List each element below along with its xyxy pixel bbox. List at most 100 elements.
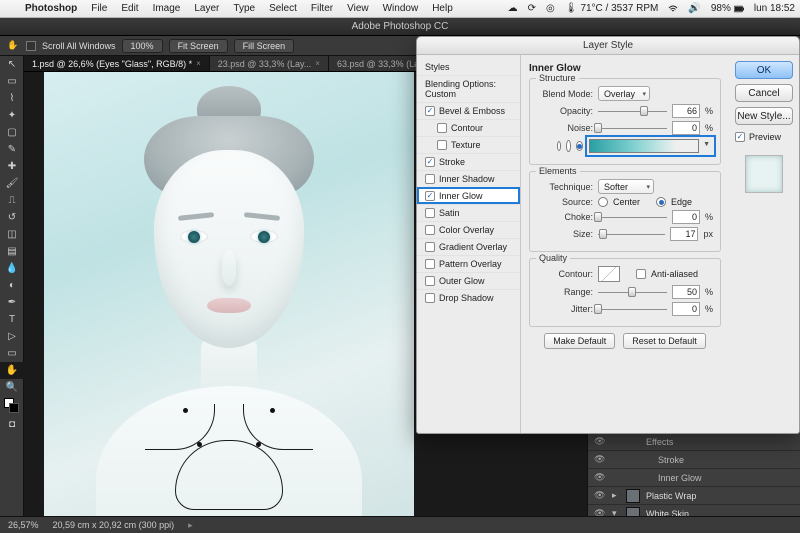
status-volume-icon[interactable]: 🔊: [683, 3, 705, 14]
shape-tool-icon[interactable]: ▭: [0, 345, 24, 362]
opacity-slider[interactable]: [598, 105, 667, 117]
pen-tool-icon[interactable]: ✒: [0, 294, 24, 311]
history-brush-tool-icon[interactable]: ↺: [0, 209, 24, 226]
menu-view[interactable]: View: [340, 3, 376, 14]
source-edge-radio[interactable]: [656, 197, 666, 207]
cancel-button[interactable]: Cancel: [735, 84, 793, 102]
path-tool-icon[interactable]: ▷: [0, 328, 24, 345]
current-tool-hand-icon[interactable]: ✋: [6, 39, 20, 53]
style-row-drop-shadow[interactable]: Drop Shadow: [417, 289, 520, 306]
chevron-right-icon[interactable]: ▸: [612, 490, 620, 501]
color-swatches[interactable]: [0, 396, 23, 416]
menu-filter[interactable]: Filter: [304, 3, 340, 14]
style-row-inner-glow[interactable]: Inner Glow: [417, 187, 520, 204]
layer-effects-row[interactable]: 👁 Effects: [588, 433, 800, 451]
menu-help[interactable]: Help: [425, 3, 460, 14]
range-slider[interactable]: [598, 286, 667, 298]
blend-mode-select[interactable]: Overlay: [598, 86, 650, 101]
style-row-stroke[interactable]: Stroke: [417, 153, 520, 170]
checkbox[interactable]: [425, 174, 435, 184]
layer-row[interactable]: 👁 ▾ White Skin: [588, 505, 800, 516]
menu-select[interactable]: Select: [262, 3, 304, 14]
style-row-color-overlay[interactable]: Color Overlay: [417, 221, 520, 238]
healing-tool-icon[interactable]: ✚: [0, 158, 24, 175]
fit-screen-button[interactable]: Fit Screen: [169, 39, 228, 53]
source-center-radio[interactable]: [598, 197, 608, 207]
new-style-button[interactable]: New Style...: [735, 107, 793, 125]
ok-button[interactable]: OK: [735, 61, 793, 79]
glow-gradient-picker[interactable]: [588, 138, 713, 154]
size-slider[interactable]: [598, 228, 665, 240]
style-row-satin[interactable]: Satin: [417, 204, 520, 221]
type-tool-icon[interactable]: T: [0, 311, 24, 328]
style-row-pattern-overlay[interactable]: Pattern Overlay: [417, 255, 520, 272]
checkbox[interactable]: [425, 157, 435, 167]
preview-checkbox[interactable]: [735, 132, 745, 142]
scroll-all-checkbox[interactable]: [26, 41, 36, 51]
checkbox[interactable]: [425, 225, 435, 235]
status-battery[interactable]: 98%: [706, 3, 749, 14]
blending-options-row[interactable]: Blending Options: Custom: [417, 75, 520, 102]
checkbox[interactable]: [425, 242, 435, 252]
antialiased-checkbox[interactable]: [636, 269, 646, 279]
layer-effect-item[interactable]: 👁 Inner Glow: [588, 469, 800, 487]
eyedropper-tool-icon[interactable]: ✎: [0, 141, 24, 158]
range-input[interactable]: 50: [672, 285, 700, 299]
dialog-titlebar[interactable]: Layer Style: [417, 37, 799, 55]
zoom-tool-icon[interactable]: 🔍: [0, 379, 24, 396]
visibility-icon[interactable]: 👁: [594, 472, 606, 483]
technique-select[interactable]: Softer: [598, 179, 654, 194]
style-row-inner-shadow[interactable]: Inner Shadow: [417, 170, 520, 187]
blur-tool-icon[interactable]: 💧: [0, 260, 24, 277]
crop-tool-icon[interactable]: ▢: [0, 124, 24, 141]
styles-header[interactable]: Styles: [417, 59, 520, 75]
contour-picker[interactable]: [598, 266, 620, 282]
quickselect-tool-icon[interactable]: ✦: [0, 107, 24, 124]
noise-input[interactable]: 0: [672, 121, 700, 135]
checkbox[interactable]: [437, 123, 447, 133]
style-row-bevel[interactable]: Bevel & Emboss: [417, 102, 520, 119]
foreground-swatch[interactable]: [4, 398, 14, 408]
style-row-texture[interactable]: Texture: [417, 136, 520, 153]
chevron-right-icon[interactable]: ▸: [188, 520, 193, 531]
app-menu[interactable]: Photoshop: [18, 3, 84, 14]
gradient-source-radio[interactable]: [576, 141, 583, 151]
marquee-tool-icon[interactable]: ▭: [0, 73, 24, 90]
status-sync-icon[interactable]: ⟳: [523, 3, 541, 14]
checkbox[interactable]: [437, 140, 447, 150]
checkbox[interactable]: [425, 191, 435, 201]
status-clock[interactable]: lun 18:52: [749, 3, 800, 14]
document-canvas[interactable]: [44, 72, 414, 516]
opacity-input[interactable]: 66: [672, 104, 700, 118]
document-tab[interactable]: 1.psd @ 26,6% (Eyes "Glass", RGB/8) *×: [24, 56, 210, 71]
zoom-100-button[interactable]: 100%: [122, 39, 163, 53]
make-default-button[interactable]: Make Default: [544, 333, 615, 349]
status-cc-icon[interactable]: ◎: [541, 3, 560, 14]
gradient-swatch[interactable]: [589, 139, 699, 153]
checkbox[interactable]: [425, 259, 435, 269]
menu-edit[interactable]: Edit: [114, 3, 145, 14]
visibility-icon[interactable]: 👁: [594, 454, 606, 465]
glow-color-swatch[interactable]: [566, 140, 571, 152]
hand-tool-icon[interactable]: ✋: [0, 362, 24, 379]
move-tool-icon[interactable]: ↖: [0, 56, 24, 73]
reset-default-button[interactable]: Reset to Default: [623, 333, 706, 349]
size-input[interactable]: 17: [670, 227, 698, 241]
jitter-slider[interactable]: [598, 303, 667, 315]
fill-screen-button[interactable]: Fill Screen: [234, 39, 295, 53]
checkbox[interactable]: [425, 293, 435, 303]
visibility-icon[interactable]: 👁: [594, 436, 606, 447]
document-tab[interactable]: 23.psd @ 33,3% (Lay...×: [210, 56, 329, 71]
dodge-tool-icon[interactable]: ◐: [0, 277, 24, 294]
chevron-down-icon[interactable]: ▾: [612, 508, 620, 516]
menu-file[interactable]: File: [84, 3, 114, 14]
menu-image[interactable]: Image: [146, 3, 188, 14]
background-swatch[interactable]: [9, 403, 19, 413]
menu-layer[interactable]: Layer: [187, 3, 226, 14]
status-wifi-icon[interactable]: [663, 4, 683, 14]
zoom-level[interactable]: 26,57%: [8, 520, 39, 530]
style-row-gradient-overlay[interactable]: Gradient Overlay: [417, 238, 520, 255]
style-row-contour[interactable]: Contour: [417, 119, 520, 136]
color-source-radio[interactable]: [557, 141, 561, 151]
layer-row[interactable]: 👁 ▸ Plastic Wrap: [588, 487, 800, 505]
